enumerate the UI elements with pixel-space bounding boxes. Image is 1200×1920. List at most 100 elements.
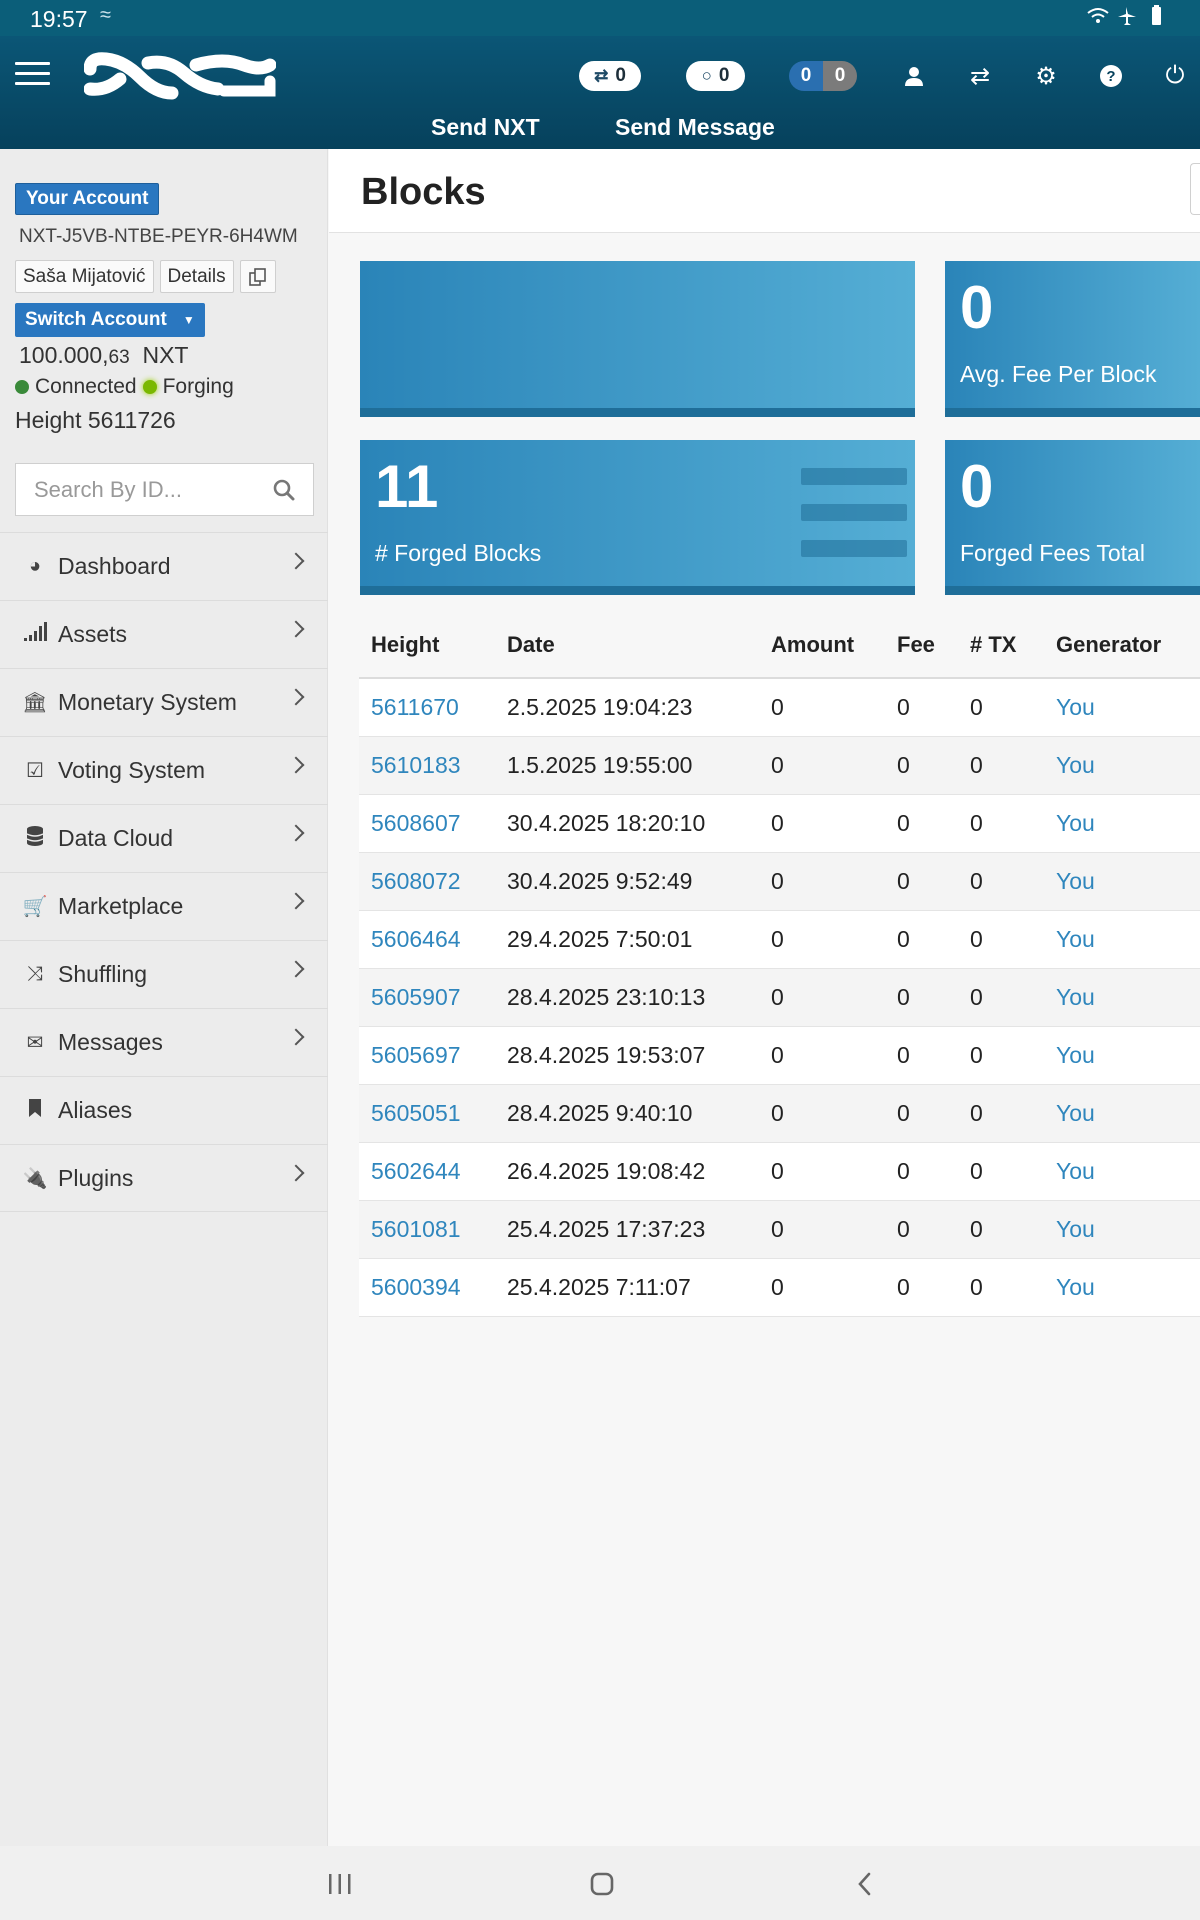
generator-link[interactable]: You xyxy=(1044,852,1200,911)
forging-dot-icon xyxy=(142,380,157,394)
help-icon[interactable]: ? xyxy=(1093,58,1129,94)
sidebar-item-shuffling[interactable]: ⤨ Shuffling xyxy=(0,940,328,1008)
search-icon[interactable] xyxy=(273,479,295,501)
block-fee: 0 xyxy=(885,736,958,795)
block-height-link[interactable]: 5608072 xyxy=(359,852,495,911)
gear-icon[interactable]: ⚙ xyxy=(1028,58,1064,94)
generator-link[interactable]: You xyxy=(1044,678,1200,737)
generator-link[interactable]: You xyxy=(1044,968,1200,1027)
send-nxt-link[interactable]: Send NXT xyxy=(431,114,540,141)
sidebar-item-monetary-system[interactable]: 🏛 Monetary System xyxy=(0,668,328,736)
chevron-right-icon xyxy=(287,1164,305,1182)
generator-link[interactable]: You xyxy=(1044,1258,1200,1317)
switch-account-button[interactable]: Switch Account ▼ xyxy=(15,303,205,337)
column-header-generator[interactable]: Generator xyxy=(1044,612,1200,679)
wave-icon: ≈ xyxy=(100,4,111,26)
block-height-link[interactable]: 5606464 xyxy=(359,910,495,969)
block-height-link[interactable]: 5608607 xyxy=(359,794,495,853)
block-tx-count: 0 xyxy=(958,794,1044,853)
search-input[interactable] xyxy=(34,476,254,503)
account-id: NXT-J5VB-NTBE-PEYR-6H4WM xyxy=(19,226,298,247)
exchange-icon[interactable]: ⇄ xyxy=(962,58,998,94)
transactions-counter[interactable]: 0 0 xyxy=(789,61,857,91)
block-fee: 0 xyxy=(885,1200,958,1259)
block-date: 28.4.2025 9:40:10 xyxy=(495,1084,759,1143)
block-height-link[interactable]: 5602644 xyxy=(359,1142,495,1201)
block-height-link[interactable]: 5601081 xyxy=(359,1200,495,1259)
database-icon xyxy=(20,825,50,853)
user-icon[interactable] xyxy=(896,58,932,94)
sidebar-item-plugins[interactable]: 🔌 Plugins xyxy=(0,1144,328,1212)
sidebar-item-marketplace[interactable]: 🛒 Marketplace xyxy=(0,872,328,940)
block-height-link[interactable]: 5611670 xyxy=(359,678,495,737)
sidebar-item-messages[interactable]: ✉ Messages xyxy=(0,1008,328,1076)
block-fee: 0 xyxy=(885,1084,958,1143)
toolbar-edge[interactable] xyxy=(1190,163,1200,215)
nxt-logo[interactable] xyxy=(84,51,276,103)
power-icon[interactable]: ⏻ xyxy=(1157,58,1193,94)
column-header-date[interactable]: Date xyxy=(495,612,759,679)
details-button[interactable]: Details xyxy=(159,260,234,293)
generator-link[interactable]: You xyxy=(1044,736,1200,795)
generator-link[interactable]: You xyxy=(1044,1142,1200,1201)
block-date: 30.4.2025 9:52:49 xyxy=(495,852,759,911)
shuffle-icon: ⤨ xyxy=(27,963,43,985)
forged-blocks-label: # Forged Blocks xyxy=(375,540,542,566)
column-header-amount[interactable]: Amount xyxy=(759,612,885,679)
generator-link[interactable]: You xyxy=(1044,1026,1200,1085)
column-header-height[interactable]: Height xyxy=(359,612,495,679)
block-amount: 0 xyxy=(759,1026,885,1085)
recent-apps-icon[interactable] xyxy=(320,1864,360,1904)
hamburger-menu-icon[interactable] xyxy=(15,62,50,86)
table-row: 5605697 28.4.2025 19:53:07 0 0 0 You xyxy=(359,1026,1200,1085)
copy-icon[interactable] xyxy=(239,260,276,293)
avg-fee-value: 0 xyxy=(960,274,994,341)
column-header-tx[interactable]: # TX xyxy=(958,612,1044,679)
generator-link[interactable]: You xyxy=(1044,1200,1200,1259)
block-date: 25.4.2025 17:37:23 xyxy=(495,1200,759,1259)
send-message-link[interactable]: Send Message xyxy=(615,114,775,141)
sidebar-item-voting-system[interactable]: ☑ Voting System xyxy=(0,736,328,804)
chevron-right-icon xyxy=(287,1028,305,1046)
account-button-row: Saša Mijatović Details xyxy=(15,260,276,293)
dashboard-icon: ◕ xyxy=(28,555,42,577)
your-account-button[interactable]: Your Account xyxy=(15,183,160,215)
block-amount: 0 xyxy=(759,968,885,1027)
block-amount: 0 xyxy=(759,794,885,853)
shuffling-counter[interactable]: ⇄ 0 xyxy=(579,61,641,91)
back-icon[interactable] xyxy=(845,1864,885,1904)
pending-counter[interactable]: ○ 0 xyxy=(686,61,745,91)
block-height-link[interactable]: 5600394 xyxy=(359,1258,495,1317)
forged-blocks-tile: 11 # Forged Blocks xyxy=(360,440,915,595)
block-amount: 0 xyxy=(759,1200,885,1259)
block-date: 25.4.2025 7:11:07 xyxy=(495,1258,759,1317)
table-row: 5610183 1.5.2025 19:55:00 0 0 0 You xyxy=(359,736,1200,795)
sidebar-item-dashboard[interactable]: ◕ Dashboard xyxy=(0,532,328,600)
column-header-fee[interactable]: Fee xyxy=(885,612,958,679)
block-height-link[interactable]: 5605907 xyxy=(359,968,495,1027)
sidebar-item-aliases[interactable]: Aliases xyxy=(0,1076,328,1144)
block-tx-count: 0 xyxy=(958,678,1044,737)
block-date: 28.4.2025 23:10:13 xyxy=(495,968,759,1027)
generator-link[interactable]: You xyxy=(1044,1084,1200,1143)
account-name-button[interactable]: Saša Mijatović xyxy=(15,260,154,293)
table-row: 5601081 25.4.2025 17:37:23 0 0 0 You xyxy=(359,1200,1200,1259)
sidebar-item-assets[interactable]: Assets xyxy=(0,600,328,668)
account-balance: 100.000,63 NXT xyxy=(19,342,189,368)
block-height: Height 5611726 xyxy=(15,407,176,433)
sidebar-item-data-cloud[interactable]: Data Cloud xyxy=(0,804,328,872)
shuffle-icon: ⇄ xyxy=(594,66,609,85)
block-height-link[interactable]: 5610183 xyxy=(359,736,495,795)
block-date: 29.4.2025 7:50:01 xyxy=(495,910,759,969)
table-row: 5605051 28.4.2025 9:40:10 0 0 0 You xyxy=(359,1084,1200,1143)
home-icon[interactable] xyxy=(582,1864,622,1904)
block-fee: 0 xyxy=(885,678,958,737)
generator-link[interactable]: You xyxy=(1044,910,1200,969)
circle-icon: ○ xyxy=(701,66,712,85)
search-box xyxy=(15,463,314,516)
block-height-link[interactable]: 5605697 xyxy=(359,1026,495,1085)
block-height-link[interactable]: 5605051 xyxy=(359,1084,495,1143)
generator-link[interactable]: You xyxy=(1044,794,1200,853)
status-icons xyxy=(1086,5,1170,33)
page-header: Blocks xyxy=(329,149,1200,233)
